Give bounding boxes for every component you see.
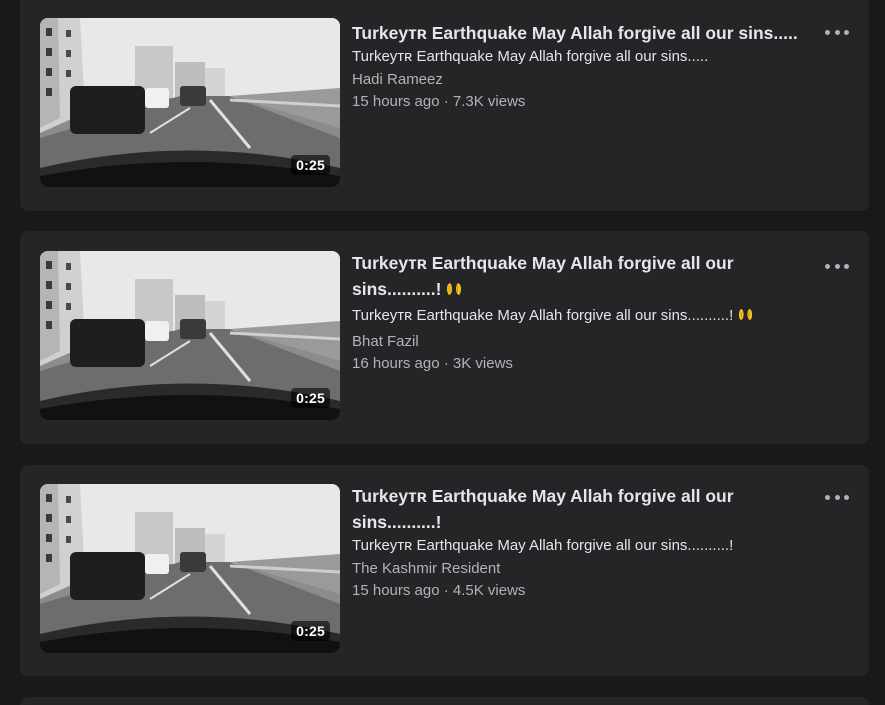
more-options-icon[interactable]	[825, 256, 849, 276]
video-card[interactable]: 0:25 Turkeyᴛʀ Earthquake May Allah forgi…	[20, 465, 869, 676]
video-meta: 16 hours ago · 3K views	[352, 355, 513, 372]
video-card[interactable]	[20, 697, 869, 705]
video-info: Turkeyᴛʀ Earthquake May Allah forgive al…	[352, 483, 792, 602]
video-title[interactable]: Turkeyᴛʀ Earthquake May Allah forgive al…	[352, 20, 802, 46]
open-hands-emoji-icon	[445, 279, 463, 305]
video-duration: 0:25	[291, 388, 330, 408]
video-author[interactable]: The Kashmir Resident	[352, 558, 792, 580]
video-meta: 15 hours ago · 7.3K views	[352, 93, 526, 110]
video-duration: 0:25	[291, 155, 330, 175]
more-options-icon[interactable]	[825, 22, 849, 42]
video-title[interactable]: Turkeyᴛʀ Earthquake May Allah forgive al…	[352, 483, 792, 535]
video-thumbnail[interactable]: 0:25	[40, 484, 340, 653]
video-info: Turkeyᴛʀ Earthquake May Allah forgive al…	[352, 20, 798, 113]
video-card[interactable]: 0:25 Turkeyᴛʀ Earthquake May Allah forgi…	[20, 231, 869, 444]
video-author[interactable]: Hadi Rameez	[352, 69, 792, 91]
video-author[interactable]: Bhat Fazil	[352, 331, 792, 353]
video-duration: 0:25	[291, 621, 330, 641]
open-hands-emoji-icon	[737, 306, 754, 329]
video-description: Turkeyᴛʀ Earthquake May Allah forgive al…	[352, 48, 709, 65]
video-description: Turkeyᴛʀ Earthquake May Allah forgive al…	[352, 306, 792, 329]
video-thumbnail[interactable]: 0:25	[40, 251, 340, 420]
video-card[interactable]: 0:25 Turkeyᴛʀ Earthquake May Allah forgi…	[20, 0, 869, 211]
video-feed: 0:25 Turkeyᴛʀ Earthquake May Allah forgi…	[0, 0, 885, 705]
video-info: Turkeyᴛʀ Earthquake May Allah forgive al…	[352, 250, 792, 375]
video-description-text: Turkeyᴛʀ Earthquake May Allah forgive al…	[352, 307, 734, 324]
video-meta: 15 hours ago · 4.5K views	[352, 582, 526, 599]
video-description: Turkeyᴛʀ Earthquake May Allah forgive al…	[352, 537, 734, 554]
video-title[interactable]: Turkeyᴛʀ Earthquake May Allah forgive al…	[352, 250, 792, 305]
video-title-text: Turkeyᴛʀ Earthquake May Allah forgive al…	[352, 253, 734, 299]
more-options-icon[interactable]	[825, 487, 849, 507]
video-thumbnail[interactable]: 0:25	[40, 18, 340, 187]
